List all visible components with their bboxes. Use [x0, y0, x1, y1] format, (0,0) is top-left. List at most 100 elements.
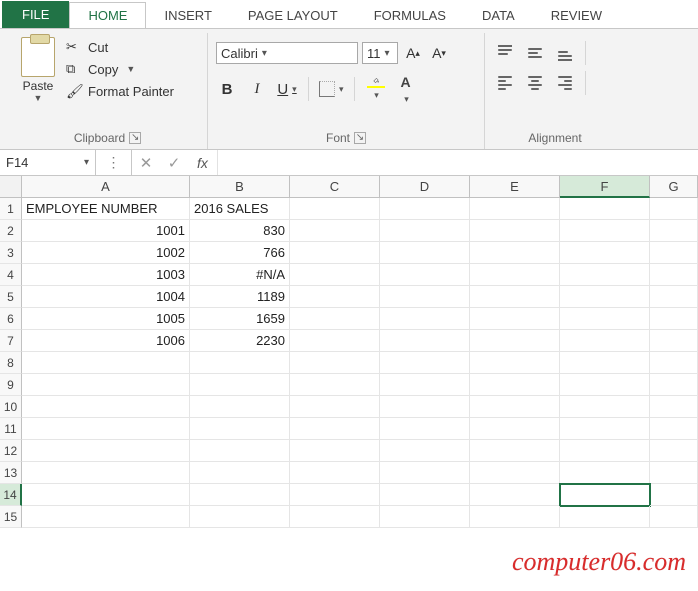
col-header-b[interactable]: B	[190, 176, 290, 198]
cell[interactable]	[650, 330, 698, 352]
cell[interactable]	[380, 396, 470, 418]
font-size-combo[interactable]: 11 ▾	[362, 42, 398, 64]
fill-color-button[interactable]: ▾	[365, 77, 387, 101]
cell[interactable]	[560, 440, 650, 462]
cell[interactable]	[190, 418, 290, 440]
cell[interactable]	[470, 396, 560, 418]
accept-formula-button[interactable]: ✓	[160, 150, 188, 175]
name-box-resize[interactable]: ⋮	[96, 150, 132, 175]
font-name-combo[interactable]: Calibri ▾	[216, 42, 358, 64]
cell[interactable]	[22, 506, 190, 528]
cell[interactable]	[380, 418, 470, 440]
cell[interactable]	[650, 308, 698, 330]
tab-insert[interactable]: INSERT	[146, 3, 229, 28]
select-all-corner[interactable]	[0, 176, 22, 198]
row-header[interactable]: 13	[0, 462, 22, 484]
cell[interactable]	[190, 374, 290, 396]
cell[interactable]	[470, 418, 560, 440]
cell[interactable]	[380, 484, 470, 506]
row-header[interactable]: 11	[0, 418, 22, 440]
tab-file[interactable]: FILE	[2, 1, 69, 28]
cell[interactable]	[380, 242, 470, 264]
cell[interactable]	[470, 374, 560, 396]
row-header[interactable]: 9	[0, 374, 22, 396]
dialog-launcher-icon[interactable]: ↘	[354, 132, 366, 144]
bold-button[interactable]: B	[216, 77, 238, 101]
cell[interactable]	[470, 462, 560, 484]
cell[interactable]	[290, 484, 380, 506]
cell[interactable]	[22, 440, 190, 462]
cell[interactable]	[560, 308, 650, 330]
cell[interactable]	[470, 440, 560, 462]
cell[interactable]	[290, 308, 380, 330]
cell[interactable]	[650, 352, 698, 374]
cell[interactable]	[290, 264, 380, 286]
align-right-button[interactable]	[553, 71, 577, 95]
align-bottom-button[interactable]	[553, 41, 577, 65]
cell[interactable]	[650, 396, 698, 418]
insert-function-button[interactable]: fx	[188, 150, 218, 175]
cell[interactable]	[380, 198, 470, 220]
grid-body[interactable]: EMPLOYEE NUMBER2016 SALES100183010027661…	[22, 198, 698, 528]
cell[interactable]	[190, 484, 290, 506]
col-header-d[interactable]: D	[380, 176, 470, 198]
cell[interactable]	[560, 484, 650, 506]
cell[interactable]: 1001	[22, 220, 190, 242]
col-header-e[interactable]: E	[470, 176, 560, 198]
cell[interactable]	[560, 374, 650, 396]
formula-input[interactable]	[218, 150, 698, 175]
col-header-g[interactable]: G	[650, 176, 698, 198]
paste-button[interactable]: Paste ▼	[16, 35, 60, 129]
cell[interactable]	[470, 308, 560, 330]
cell[interactable]	[290, 286, 380, 308]
cell[interactable]	[22, 462, 190, 484]
cell[interactable]	[560, 242, 650, 264]
row-header[interactable]: 8	[0, 352, 22, 374]
cell[interactable]	[190, 396, 290, 418]
cell[interactable]: 1004	[22, 286, 190, 308]
cell[interactable]	[470, 242, 560, 264]
cell[interactable]	[290, 462, 380, 484]
tab-page-layout[interactable]: PAGE LAYOUT	[230, 3, 356, 28]
row-header[interactable]: 5	[0, 286, 22, 308]
cell[interactable]	[380, 352, 470, 374]
cell[interactable]	[190, 352, 290, 374]
cell[interactable]	[470, 330, 560, 352]
cell[interactable]	[470, 506, 560, 528]
cell[interactable]: 830	[190, 220, 290, 242]
cell[interactable]	[650, 418, 698, 440]
cell[interactable]	[290, 198, 380, 220]
cell[interactable]	[380, 286, 470, 308]
cell[interactable]	[650, 242, 698, 264]
cell[interactable]	[650, 286, 698, 308]
cell[interactable]	[560, 396, 650, 418]
cancel-formula-button[interactable]: ✕	[132, 150, 160, 175]
cell[interactable]	[290, 440, 380, 462]
cell[interactable]	[560, 418, 650, 440]
cell[interactable]	[560, 198, 650, 220]
cell[interactable]	[290, 396, 380, 418]
name-box[interactable]: F14 ▾	[0, 150, 96, 175]
cell[interactable]: 2230	[190, 330, 290, 352]
cell[interactable]	[560, 220, 650, 242]
cell[interactable]	[380, 330, 470, 352]
cell[interactable]	[290, 418, 380, 440]
cell[interactable]	[290, 330, 380, 352]
cell[interactable]: 1189	[190, 286, 290, 308]
cell[interactable]	[650, 198, 698, 220]
tab-home[interactable]: HOME	[69, 2, 146, 28]
cell[interactable]	[560, 352, 650, 374]
cell[interactable]: 2016 SALES	[190, 198, 290, 220]
cell[interactable]	[22, 396, 190, 418]
cell[interactable]	[560, 506, 650, 528]
align-center-button[interactable]	[523, 71, 547, 95]
decrease-font-button[interactable]: A▾	[428, 42, 450, 64]
cell[interactable]	[650, 506, 698, 528]
row-header[interactable]: 12	[0, 440, 22, 462]
cell[interactable]	[22, 418, 190, 440]
cell[interactable]	[650, 440, 698, 462]
cell[interactable]: 1659	[190, 308, 290, 330]
cell[interactable]: 766	[190, 242, 290, 264]
row-header[interactable]: 15	[0, 506, 22, 528]
row-header[interactable]: 4	[0, 264, 22, 286]
